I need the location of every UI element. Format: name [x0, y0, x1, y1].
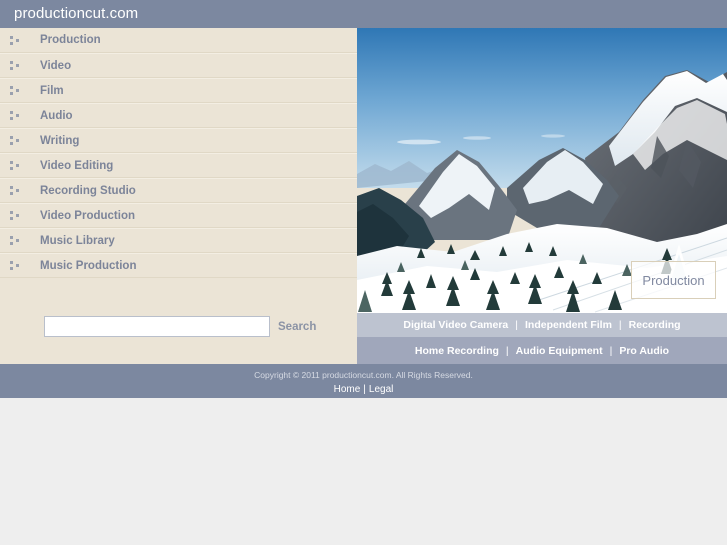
link-separator: | — [515, 319, 518, 331]
linkbar-bottom: Home Recording | Audio Equipment | Pro Audio — [357, 337, 727, 364]
sidebar-item-writing[interactable]: Writing — [0, 128, 357, 153]
sidebar-item-music-production[interactable]: Music Production — [0, 253, 357, 278]
sitemap-icon — [10, 260, 21, 271]
sidebar-item-production[interactable]: Production — [0, 28, 357, 53]
sitemap-icon — [10, 35, 21, 46]
footer-nav-link[interactable]: Audio Equipment — [516, 345, 603, 357]
link-separator: | — [505, 344, 509, 357]
sitemap-icon — [10, 135, 21, 146]
sidebar-item-label: Video Editing — [40, 159, 114, 172]
site-header: productioncut.com — [0, 0, 727, 28]
footer-nav-link[interactable]: Independent Film — [525, 319, 612, 331]
sidebar-item-label: Video — [40, 59, 72, 72]
sidebar-item-label: Writing — [40, 134, 80, 147]
sidebar-item-label: Film — [40, 84, 64, 97]
sidebar-item-label: Recording Studio — [40, 184, 136, 197]
sitemap-icon — [10, 110, 21, 121]
sidebar-item-music-library[interactable]: Music Library — [0, 228, 357, 253]
link-separator: | — [618, 319, 622, 331]
footer-links: Home | Legal — [0, 384, 727, 395]
sidebar-item-video-editing[interactable]: Video Editing — [0, 153, 357, 178]
search-input[interactable] — [44, 316, 270, 337]
hero-photo: Production — [357, 28, 727, 313]
page-blank-area — [0, 398, 727, 545]
footer-link[interactable]: Home — [334, 384, 361, 395]
page-root: productioncut.com Production Video Film Aud… — [0, 0, 727, 545]
sitemap-icon — [10, 60, 21, 71]
site-title: productioncut.com — [14, 5, 139, 22]
footer-nav-link[interactable]: Digital Video Camera — [403, 319, 508, 331]
link-separator: | — [609, 344, 613, 357]
footer-nav-link[interactable]: Home Recording — [415, 345, 499, 357]
site-footer: Copyright © 2011 productioncut.com. All … — [0, 364, 727, 398]
sidebar-item-label: Video Production — [40, 209, 135, 222]
linkbar-top: Digital Video Camera | Independent Film | Re… — [357, 313, 727, 337]
sitemap-icon — [10, 160, 21, 171]
search-button[interactable]: Search — [278, 321, 316, 333]
footer-link-separator: | — [363, 384, 366, 395]
footer-nav-link[interactable]: Recording — [629, 319, 681, 331]
photo-caption-badge: Production — [631, 261, 716, 299]
sitemap-icon — [10, 210, 21, 221]
sidebar-item-label: Music Production — [40, 259, 137, 272]
photo-caption-label: Production — [642, 272, 705, 288]
sidebar-item-video[interactable]: Video — [0, 53, 357, 78]
search-row: Search — [0, 288, 357, 337]
sidebar-item-label: Production — [40, 34, 101, 46]
sitemap-icon — [10, 235, 21, 246]
sidebar-item-video-production[interactable]: Video Production — [0, 203, 357, 228]
footer-nav-link[interactable]: Pro Audio — [619, 345, 669, 357]
sitemap-icon — [10, 185, 21, 196]
sidebar-item-film[interactable]: Film — [0, 78, 357, 103]
sidebar-item-recording-studio[interactable]: Recording Studio — [0, 178, 357, 203]
sidebar-item-label: Audio — [40, 109, 73, 122]
sidebar-item-label: Music Library — [40, 234, 115, 247]
copyright-text: Copyright © 2011 productioncut.com. All … — [254, 370, 473, 380]
sitemap-icon — [10, 85, 21, 96]
sidebar-item-audio[interactable]: Audio — [0, 103, 357, 128]
footer-link[interactable]: Legal — [369, 384, 393, 395]
